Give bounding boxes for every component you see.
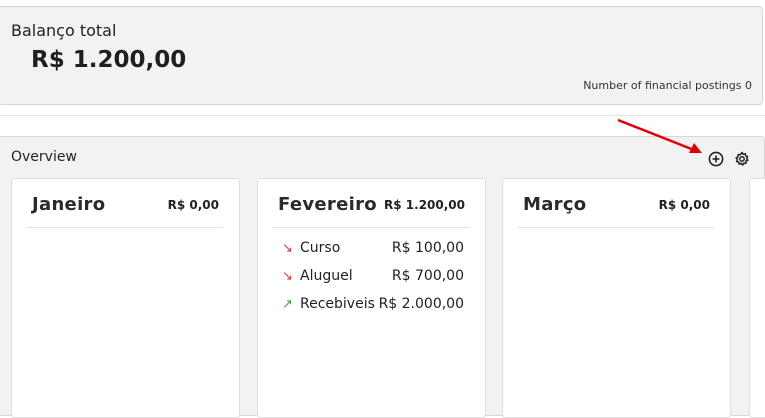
plus-circle-icon: [708, 151, 724, 167]
entry-value: R$ 2.000,00: [378, 296, 464, 312]
month-card-partial: [749, 178, 765, 418]
month-name: Janeiro: [32, 194, 106, 215]
month-card-janeiro: Janeiro R$ 0,00: [11, 178, 240, 418]
overview-panel: Overview Janeiro R$ 0,00 Fevereiro R$ 1.…: [0, 136, 765, 418]
balance-amount: R$ 1.200,00: [31, 47, 187, 73]
month-name: Fevereiro: [278, 194, 377, 215]
month-name: Março: [523, 194, 587, 215]
month-divider: [26, 227, 223, 228]
month-total: R$ 0,00: [167, 198, 219, 212]
month-card-marco: Março R$ 0,00: [502, 178, 731, 418]
section-divider: [0, 115, 765, 116]
arrow-down-right-icon: ↘: [282, 241, 293, 256]
entry-label: Curso: [300, 240, 341, 256]
entry-label: Aluguel: [300, 268, 353, 284]
entry-value: R$ 100,00: [391, 240, 464, 256]
month-total: R$ 0,00: [658, 198, 710, 212]
arrow-down-right-icon: ↘: [282, 269, 293, 284]
entry-label: Recebiveis: [300, 296, 375, 312]
add-posting-button[interactable]: [707, 150, 725, 168]
month-total: R$ 1.200,00: [384, 198, 465, 212]
month-divider: [517, 227, 714, 228]
balance-card: Balanço total R$ 1.200,00 Number of fina…: [0, 6, 763, 105]
entry-item[interactable]: ↘ Aluguel R$ 700,00: [282, 267, 464, 295]
arrow-up-right-icon: ↗: [282, 297, 293, 312]
entry-value: R$ 700,00: [391, 268, 464, 284]
gear-icon: [735, 151, 749, 166]
month-divider: [272, 227, 469, 228]
entry-item[interactable]: ↘ Curso R$ 100,00: [282, 239, 464, 267]
financial-postings-count: Number of financial postings 0: [583, 79, 752, 92]
settings-button[interactable]: [733, 150, 751, 168]
overview-title: Overview: [11, 149, 77, 165]
balance-title: Balanço total: [11, 21, 117, 40]
entry-item[interactable]: ↗ Recebiveis R$ 2.000,00: [282, 295, 464, 323]
month-card-fevereiro: Fevereiro R$ 1.200,00 ↘ Curso R$ 100,00 …: [257, 178, 486, 418]
entry-list: ↘ Curso R$ 100,00 ↘ Aluguel R$ 700,00 ↗ …: [282, 239, 464, 323]
